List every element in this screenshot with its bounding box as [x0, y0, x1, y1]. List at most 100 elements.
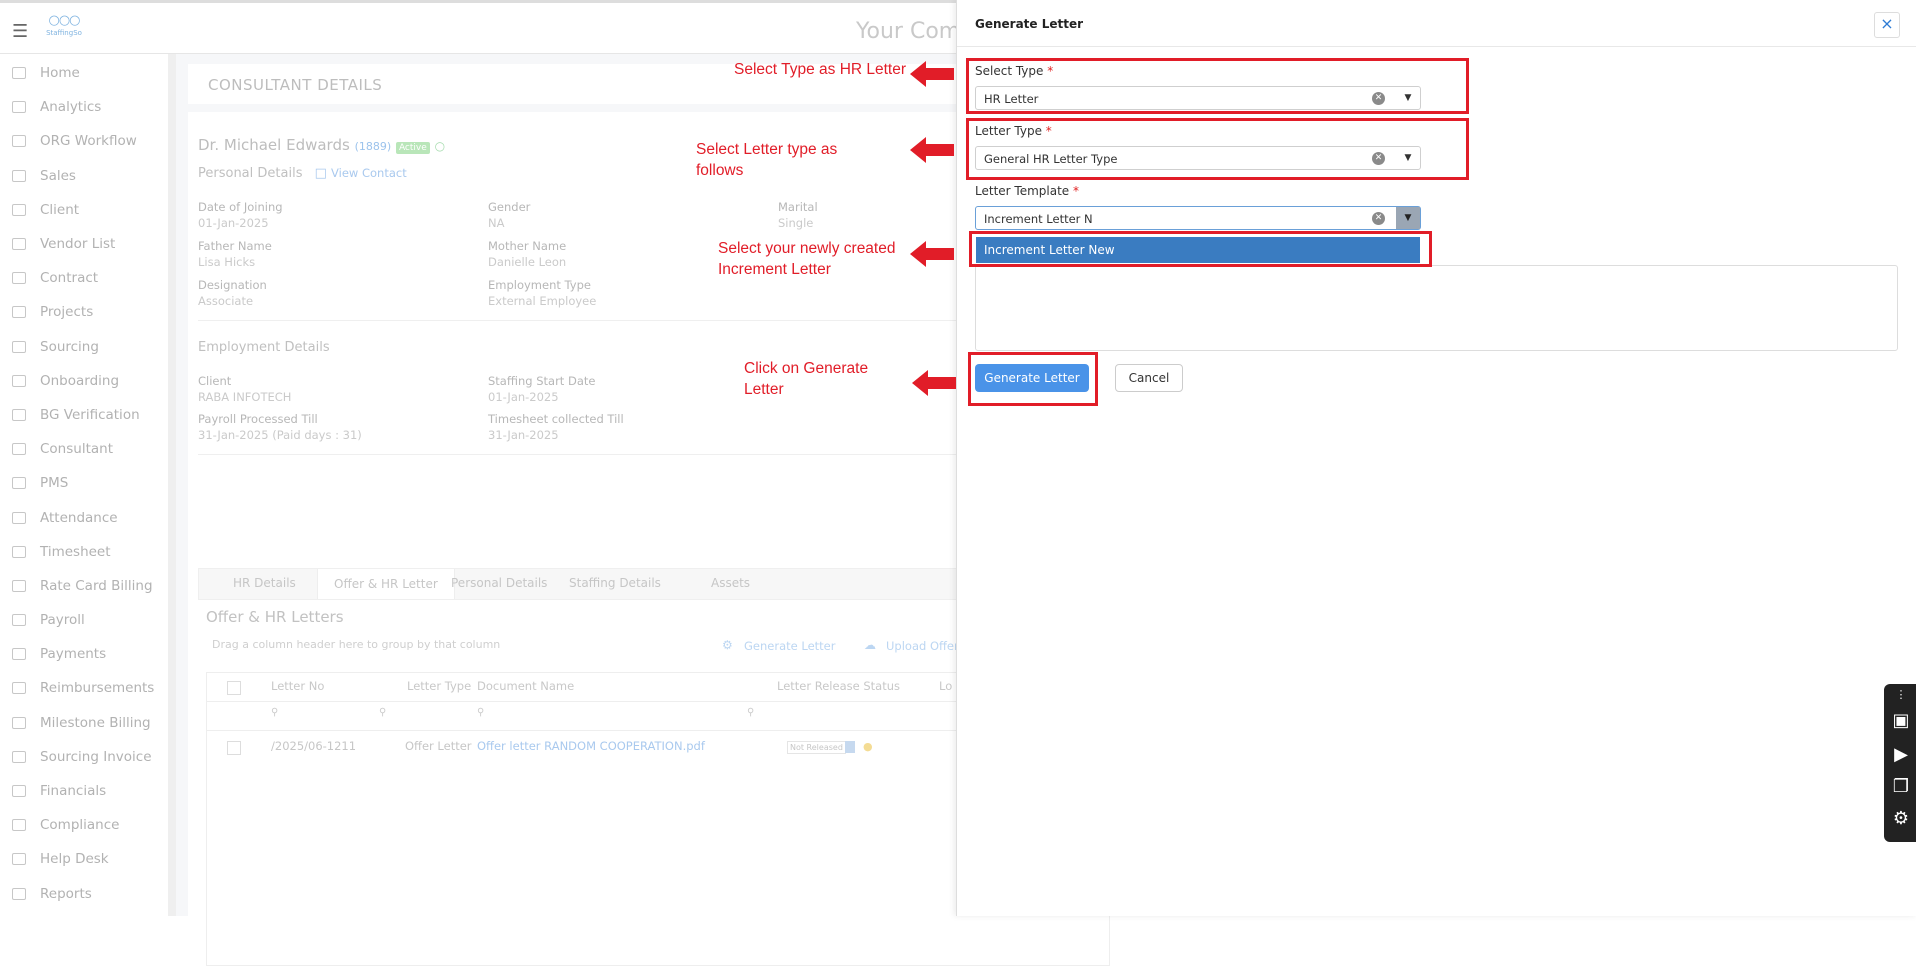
tab-personal-details[interactable]: Personal Details	[451, 576, 547, 590]
close-button[interactable]: ×	[1874, 12, 1900, 38]
sidebar-item-vendor-list[interactable]: Vendor List	[0, 227, 168, 261]
client-value: RABA INFOTECH	[198, 390, 292, 404]
annotation-arrow-icon	[912, 370, 956, 396]
calendar-icon	[12, 511, 26, 524]
sidebar-item-bg-verification[interactable]: BG Verification	[0, 398, 168, 432]
sidebar-item-org-workflow[interactable]: ORG Workflow	[0, 124, 168, 158]
chevron-down-icon[interactable]: ▼	[1396, 207, 1420, 229]
column-header-letter-type[interactable]: Letter Type	[407, 679, 471, 693]
tab-hr-details[interactable]: HR Details	[233, 576, 296, 590]
column-header-letter-no[interactable]: Letter No	[271, 679, 324, 693]
marital-value: Single	[778, 216, 814, 230]
sidebar-item-client[interactable]: Client	[0, 193, 168, 227]
gear-icon[interactable]: ⚙	[1890, 808, 1912, 829]
annotation-note-4: Click on Generate Letter	[744, 360, 869, 398]
column-header-document-name[interactable]: Document Name	[477, 679, 574, 693]
employment-details-title: Employment Details	[198, 340, 330, 355]
annotation-arrow-icon	[910, 61, 954, 87]
sidebar-item-attendance[interactable]: Attendance	[0, 500, 168, 534]
sidebar-item-consultant[interactable]: Consultant	[0, 432, 168, 466]
letter-content-area[interactable]	[975, 265, 1898, 351]
row-checkbox[interactable]	[227, 741, 241, 755]
document-link[interactable]: Offer letter RANDOM COOPERATION.pdf	[477, 739, 705, 753]
sidebar-item-payroll[interactable]: Payroll	[0, 603, 168, 637]
milestone-icon	[12, 716, 26, 729]
sidebar-item-contract[interactable]: Contract	[0, 261, 168, 295]
consultant-code: (1889)	[354, 140, 392, 153]
whatsapp-icon[interactable]: ○	[435, 139, 445, 153]
tab-assets[interactable]: Assets	[711, 576, 750, 590]
analytics-icon	[12, 101, 26, 114]
logo-text: StaffingSo	[46, 29, 82, 37]
contact-icon: □	[314, 166, 327, 181]
marital-label: Marital	[778, 200, 818, 214]
annotation-note-2: Select Letter type as follows	[696, 141, 838, 179]
father-value: Lisa Hicks	[198, 255, 256, 269]
home-icon	[12, 67, 26, 80]
tab-offer-hr-letter[interactable]: Offer & HR Letter	[317, 569, 455, 599]
column-header-release-status[interactable]: Letter Release Status	[777, 679, 900, 693]
payroll-till-label: Payroll Processed Till	[198, 412, 318, 426]
sidebar-item-reports[interactable]: Reports	[0, 877, 168, 911]
filter-search-icon[interactable]: ⚲	[747, 707, 754, 718]
release-toggle[interactable]	[845, 741, 855, 753]
cancel-button[interactable]: Cancel	[1115, 364, 1183, 392]
staffing-start-label: Staffing Start Date	[488, 374, 596, 388]
sidebar-item-help-desk[interactable]: Help Desk	[0, 842, 168, 876]
column-header-lo[interactable]: Lo	[939, 679, 952, 693]
menu-icon[interactable]: ☰	[12, 21, 28, 42]
sidebar-item-sourcing-invoice[interactable]: Sourcing Invoice	[0, 740, 168, 774]
workflow-icon	[12, 135, 26, 148]
annotation-arrow-icon	[910, 137, 954, 163]
help-icon	[12, 853, 26, 866]
annotation-note-3: Select your newly created Increment Lett…	[718, 240, 896, 278]
generate-letter-link[interactable]: Generate Letter	[744, 639, 835, 653]
view-contact-link[interactable]: View Contact	[331, 166, 407, 180]
sidebar-item-sales[interactable]: Sales	[0, 159, 168, 193]
doj-label: Date of Joining	[198, 200, 283, 214]
rupee-icon	[12, 648, 26, 661]
clear-icon[interactable]: ✕	[1372, 212, 1385, 225]
release-status-badge: Not Released	[787, 741, 846, 754]
sidebar-item-onboarding[interactable]: Onboarding	[0, 364, 168, 398]
sidebar-item-reimbursements[interactable]: Reimbursements	[0, 671, 168, 705]
camera-icon[interactable]: ▣	[1890, 710, 1912, 731]
filter-search-icon[interactable]: ⚲	[271, 707, 278, 718]
sidebar-item-compliance[interactable]: Compliance	[0, 808, 168, 842]
video-icon[interactable]: ▶	[1890, 744, 1912, 765]
sidebar-item-home[interactable]: Home	[0, 56, 168, 90]
filter-search-icon[interactable]: ⚲	[477, 707, 484, 718]
status-dot-icon: ●	[863, 740, 873, 753]
sidebar-item-sourcing[interactable]: Sourcing	[0, 330, 168, 364]
timesheet-till-label: Timesheet collected Till	[488, 412, 624, 426]
doj-value: 01-Jan-2025	[198, 216, 269, 230]
consultant-name: Dr. Michael Edwards (1889) Active ○	[198, 136, 446, 154]
payroll-icon	[12, 614, 26, 627]
sidebar-item-milestone-billing[interactable]: Milestone Billing	[0, 706, 168, 740]
tab-staffing-details[interactable]: Staffing Details	[569, 576, 661, 590]
sidebar-item-pms[interactable]: PMS	[0, 466, 168, 500]
sidebar-item-payments[interactable]: Payments	[0, 637, 168, 671]
more-icon[interactable]: ⋮	[1890, 688, 1912, 701]
sourcing-icon	[12, 340, 26, 353]
sidebar-item-rate-card-billing[interactable]: Rate Card Billing	[0, 569, 168, 603]
header-checkbox[interactable]	[227, 681, 241, 695]
upload-offer-link[interactable]: Upload Offer	[886, 639, 959, 653]
projects-icon	[12, 306, 26, 319]
windows-icon[interactable]: ❐	[1890, 776, 1912, 797]
employment-type-value: External Employee	[488, 294, 597, 308]
sidebar-item-timesheet[interactable]: Timesheet	[0, 535, 168, 569]
mother-label: Mother Name	[488, 239, 567, 253]
highlight-select-type	[966, 58, 1469, 114]
invoice-icon	[12, 750, 26, 763]
letters-title: Offer & HR Letters	[206, 608, 344, 626]
sidebar-item-projects[interactable]: Projects	[0, 295, 168, 329]
contract-icon	[12, 272, 26, 285]
status-badge: Active	[395, 142, 430, 154]
pms-icon	[12, 477, 26, 490]
billing-icon	[12, 579, 26, 592]
filter-search-icon[interactable]: ⚲	[379, 707, 386, 718]
sidebar-item-analytics[interactable]: Analytics	[0, 90, 168, 124]
letter-template-dropdown[interactable]: Increment Letter N ✕ ▼	[975, 206, 1421, 230]
sidebar-item-financials[interactable]: Financials	[0, 774, 168, 808]
